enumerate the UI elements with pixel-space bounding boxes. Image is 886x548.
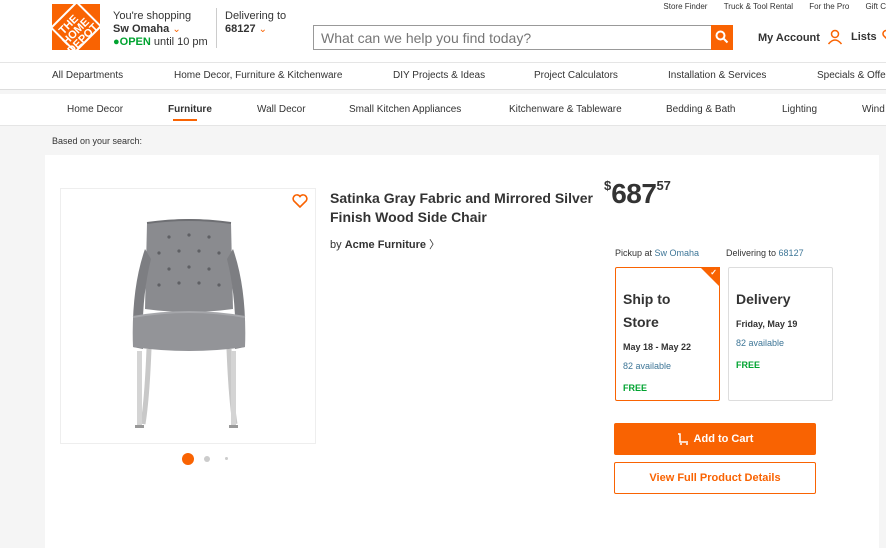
store-finder-link[interactable]: Store Finder bbox=[663, 2, 707, 11]
price-cents: 57 bbox=[656, 178, 671, 193]
user-icon bbox=[827, 29, 843, 45]
nav-installation-services[interactable]: Installation & Services bbox=[668, 70, 766, 81]
nav-specials-offers[interactable]: Specials & Offe bbox=[817, 70, 886, 81]
site-header: THE HOME DEPOT You're shopping Sw Omaha ⌄ … bbox=[0, 0, 886, 62]
delivery-title: Delivery bbox=[736, 291, 791, 307]
header-divider bbox=[216, 8, 217, 48]
lists-label: Lists bbox=[851, 31, 877, 43]
pickup-store-link[interactable]: Sw Omaha bbox=[655, 248, 700, 258]
add-to-cart-button[interactable]: Add to Cart bbox=[614, 423, 816, 455]
ship-date: May 18 - May 22 bbox=[623, 342, 692, 352]
delivery-zip[interactable]: 68127 bbox=[225, 23, 256, 35]
nav-home-decor-furniture[interactable]: Home Decor, Furniture & Kitchenware bbox=[174, 70, 342, 81]
search-input[interactable] bbox=[314, 26, 704, 49]
truck-tool-rental-link[interactable]: Truck & Tool Rental bbox=[724, 2, 793, 11]
delivery-header: Delivering to 68127 bbox=[726, 248, 804, 258]
cart-icon bbox=[677, 433, 688, 445]
ship-availability: 82 available bbox=[623, 361, 672, 371]
subnav-lighting[interactable]: Lighting bbox=[782, 104, 817, 115]
price-dollars: 687 bbox=[611, 178, 657, 209]
product-image[interactable] bbox=[60, 188, 316, 444]
for-the-pro-link[interactable]: For the Pro bbox=[809, 2, 849, 11]
delivery-date: Friday, May 19 bbox=[736, 319, 798, 329]
carousel-dot-active[interactable] bbox=[182, 453, 194, 465]
favorite-button[interactable] bbox=[292, 194, 308, 213]
search-icon bbox=[715, 30, 729, 44]
subnav-bedding-bath[interactable]: Bedding & Bath bbox=[666, 104, 736, 115]
delivery-zip-link[interactable]: 68127 bbox=[779, 248, 804, 258]
store-selector[interactable]: You're shopping Sw Omaha ⌄ ●OPEN until 1… bbox=[113, 10, 208, 49]
brand-name[interactable]: Acme Furniture bbox=[345, 239, 426, 251]
ship-to-store-option[interactable]: ✓ Ship to Store May 18 - May 22 82 avail… bbox=[615, 267, 720, 401]
delivering-label: Delivering to bbox=[225, 10, 287, 22]
based-on-search-label: Based on your search: bbox=[52, 136, 143, 146]
utility-links: Store Finder Truck & Tool Rental For the… bbox=[649, 2, 886, 11]
product-title[interactable]: Satinka Gray Fabric and Mirrored Silver … bbox=[330, 189, 594, 227]
search-bar bbox=[313, 25, 733, 50]
chevron-down-icon: ⌄ bbox=[258, 24, 268, 35]
view-product-details-button[interactable]: View Full Product Details bbox=[614, 462, 816, 494]
subnav-furniture[interactable]: Furniture bbox=[168, 104, 212, 115]
heart-icon bbox=[292, 194, 308, 209]
account-label: My Account bbox=[758, 32, 820, 44]
product-price: $68757 bbox=[604, 178, 671, 210]
chevron-right-icon: 〉 bbox=[429, 239, 441, 251]
shopping-label: You're shopping bbox=[113, 10, 192, 22]
delivery-label: Delivering to bbox=[726, 248, 777, 258]
store-name[interactable]: Sw Omaha bbox=[113, 23, 169, 35]
nav-project-calculators[interactable]: Project Calculators bbox=[534, 70, 618, 81]
carousel-dot[interactable] bbox=[204, 456, 210, 462]
open-status: OPEN bbox=[119, 36, 151, 48]
subnav-kitchenware-tableware[interactable]: Kitchenware & Tableware bbox=[509, 104, 622, 115]
ship-cost: FREE bbox=[623, 383, 648, 393]
by-label: by bbox=[330, 239, 342, 251]
product-brand[interactable]: by Acme Furniture 〉 bbox=[330, 236, 440, 252]
gift-cards-link[interactable]: Gift C bbox=[866, 2, 886, 11]
open-until: until 10 pm bbox=[153, 36, 208, 48]
chevron-down-icon: ⌄ bbox=[172, 24, 181, 35]
home-depot-logo[interactable]: THE HOME DEPOT bbox=[52, 4, 100, 50]
pickup-header: Pickup at Sw Omaha bbox=[615, 248, 699, 258]
nav-diy-projects[interactable]: DIY Projects & Ideas bbox=[393, 70, 485, 81]
my-account-button[interactable]: My Account bbox=[758, 29, 843, 45]
pickup-label: Pickup at bbox=[615, 248, 653, 258]
open-indicator-icon: ● bbox=[113, 36, 120, 48]
search-button[interactable] bbox=[711, 25, 733, 50]
ship-to-store-title: Ship to Store bbox=[623, 291, 671, 330]
lists-button[interactable]: Lists bbox=[851, 29, 886, 43]
subnav-small-kitchen-appliances[interactable]: Small Kitchen Appliances bbox=[349, 104, 461, 115]
delivery-cost: FREE bbox=[736, 360, 761, 370]
active-tab-indicator bbox=[173, 119, 197, 121]
delivery-availability: 82 available bbox=[736, 338, 785, 348]
subnav-wall-decor[interactable]: Wall Decor bbox=[257, 104, 306, 115]
delivery-zip-selector[interactable]: Delivering to 68127 ⌄ bbox=[225, 10, 286, 36]
subcategory-nav: Home Decor Furniture Wall Decor Small Ki… bbox=[0, 94, 886, 126]
heart-icon bbox=[882, 29, 886, 40]
carousel-dot[interactable] bbox=[225, 457, 228, 460]
department-nav: All Departments Home Decor, Furniture & … bbox=[0, 62, 886, 90]
chair-image bbox=[132, 219, 246, 428]
nav-all-departments[interactable]: All Departments bbox=[52, 70, 123, 81]
delivery-option[interactable]: Delivery Friday, May 19 82 available FRE… bbox=[728, 267, 833, 401]
checkmark-icon: ✓ bbox=[710, 268, 717, 277]
subnav-home-decor[interactable]: Home Decor bbox=[67, 104, 123, 115]
add-to-cart-label: Add to Cart bbox=[693, 433, 754, 445]
subnav-window[interactable]: Wind bbox=[862, 104, 885, 115]
